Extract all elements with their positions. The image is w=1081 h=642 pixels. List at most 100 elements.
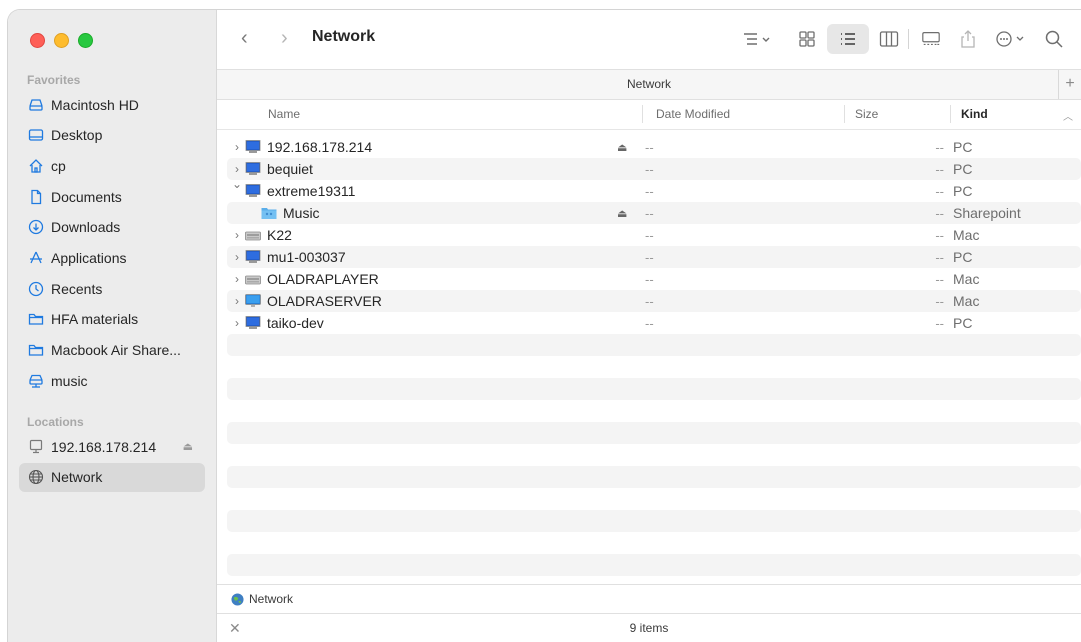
column-date-modified[interactable]: Date Modified	[656, 107, 730, 121]
search-button[interactable]	[1037, 24, 1071, 54]
table-row[interactable]: ⌄ extreme19311 -- -- PC	[227, 177, 1081, 202]
column-divider[interactable]	[844, 105, 845, 123]
table-row[interactable]: › OLADRAPLAYER -- -- Mac	[227, 268, 1081, 290]
gallery-view-button[interactable]	[914, 24, 948, 54]
sidebar-item-documents[interactable]: Documents	[19, 182, 205, 211]
table-row[interactable]: › OLADRASERVER -- -- Mac	[227, 290, 1081, 312]
table-row[interactable]: Music ⏏ -- -- Sharepoint	[227, 202, 1081, 224]
minimize-window-button[interactable]	[54, 33, 69, 48]
sidebar-item-cp[interactable]: cp	[19, 151, 205, 180]
row-date-modified: --	[645, 249, 654, 265]
table-row[interactable]: › mu1-003037 -- -- PC	[227, 246, 1081, 268]
locations-list: 192.168.178.214 ⏏ Network	[19, 432, 205, 493]
columns-icon	[879, 31, 899, 47]
globe-icon	[27, 469, 45, 485]
row-size: --	[935, 205, 944, 221]
pc-icon	[245, 140, 261, 154]
more-actions-button[interactable]	[988, 24, 1034, 54]
pc-icon	[245, 184, 261, 198]
network-drive-icon	[27, 373, 45, 389]
column-name[interactable]: Name	[268, 107, 300, 121]
column-divider[interactable]	[950, 105, 951, 123]
sidebar-item-downloads[interactable]: Downloads	[19, 213, 205, 242]
expand-disclosure-icon[interactable]: ›	[231, 272, 243, 286]
row-name: Music	[283, 205, 320, 221]
sidebar-item-label: Documents	[51, 188, 122, 205]
share-icon	[961, 30, 975, 48]
sidebar-item-recents[interactable]: Recents	[19, 274, 205, 303]
table-row[interactable]: › K22 -- -- Mac	[227, 224, 1081, 246]
status-bar: ✕ 9 items	[217, 613, 1081, 642]
zoom-window-button[interactable]	[78, 33, 93, 48]
collapse-disclosure-icon[interactable]: ⌄	[231, 177, 243, 191]
list-view-button[interactable]	[827, 24, 869, 54]
finder-window: Favorites Macintosh HD Desktop cp Documents…	[8, 10, 1081, 642]
column-header: Name Date Modified Size Kind ︿	[217, 99, 1081, 130]
column-kind[interactable]: Kind	[961, 107, 988, 121]
home-icon	[27, 158, 45, 174]
sidebar-item-macbook-air-share[interactable]: Macbook Air Share...	[19, 336, 205, 365]
eject-button[interactable]: ⏏	[183, 440, 193, 453]
row-name: K22	[267, 227, 292, 243]
sidebar-item-label: cp	[51, 157, 66, 174]
shared-folder-icon	[261, 206, 277, 220]
forward-button[interactable]: ›	[281, 28, 288, 48]
path-bar-network[interactable]: Network	[249, 592, 293, 606]
sidebar-item-network[interactable]: Network	[19, 462, 205, 492]
eject-button[interactable]: ⏏	[617, 141, 627, 154]
empty-row	[227, 334, 1081, 356]
eject-button[interactable]: ⏏	[617, 207, 627, 220]
icon-view-button[interactable]	[790, 24, 824, 54]
sidebar-item-music[interactable]: music	[19, 366, 205, 395]
sidebar-item-macintosh-hd[interactable]: Macintosh HD	[19, 90, 205, 119]
toolbar-icons	[729, 24, 1071, 54]
column-view-button[interactable]	[872, 24, 906, 54]
expand-disclosure-icon[interactable]: ›	[231, 316, 243, 330]
expand-disclosure-icon[interactable]: ›	[231, 228, 243, 242]
pc-icon	[245, 162, 261, 176]
row-date-modified: --	[645, 315, 654, 331]
sidebar-item-applications[interactable]: Applications	[19, 243, 205, 272]
back-button[interactable]: ‹	[241, 28, 248, 48]
sidebar-item-label: Desktop	[51, 127, 103, 144]
row-size: --	[935, 293, 944, 309]
expand-disclosure-icon[interactable]: ›	[231, 294, 243, 308]
sidebar-item-192-168-178-214[interactable]: 192.168.178.214 ⏏	[19, 432, 205, 461]
group-by-button[interactable]	[732, 24, 780, 54]
expand-disclosure-icon[interactable]: ›	[231, 250, 243, 264]
table-row[interactable]: › 192.168.178.214 ⏏ -- -- PC	[227, 136, 1081, 158]
row-date-modified: --	[645, 227, 654, 243]
list-icon	[841, 33, 855, 45]
favorites-header: Favorites	[27, 73, 81, 87]
row-kind: PC	[953, 315, 973, 331]
new-tab-button[interactable]: +	[1058, 70, 1081, 99]
empty-row	[227, 422, 1081, 444]
table-row[interactable]: › bequiet -- -- PC	[227, 158, 1081, 180]
row-size: --	[935, 161, 944, 177]
share-button[interactable]	[951, 24, 985, 54]
tab-network[interactable]: Network	[627, 77, 671, 91]
table-row[interactable]: › taiko-dev -- -- PC	[227, 312, 1081, 334]
folder-icon	[27, 342, 45, 358]
close-window-button[interactable]	[30, 33, 45, 48]
row-name: OLADRAPLAYER	[267, 271, 379, 287]
expand-disclosure-icon[interactable]: ›	[231, 162, 243, 176]
expand-disclosure-icon[interactable]: ›	[231, 140, 243, 154]
sidebar-item-hfa-materials[interactable]: HFA materials	[19, 305, 205, 334]
column-divider[interactable]	[642, 105, 643, 123]
sort-ascending-icon: ︿	[1063, 112, 1073, 123]
window-controls	[30, 33, 93, 48]
empty-row	[227, 488, 1081, 510]
column-size[interactable]: Size	[855, 107, 878, 121]
item-count: 9 items	[629, 621, 669, 635]
sidebar-item-label: HFA materials	[51, 311, 139, 328]
grid-icon	[799, 31, 815, 47]
sidebar-item-desktop[interactable]: Desktop	[19, 121, 205, 150]
empty-row	[227, 466, 1081, 488]
pc-icon	[245, 316, 261, 330]
download-icon	[27, 219, 45, 235]
row-name: taiko-dev	[267, 315, 324, 331]
close-icon[interactable]: ✕	[229, 614, 241, 642]
mac-server-icon	[245, 272, 261, 286]
tab-bar: Network +	[217, 69, 1081, 100]
